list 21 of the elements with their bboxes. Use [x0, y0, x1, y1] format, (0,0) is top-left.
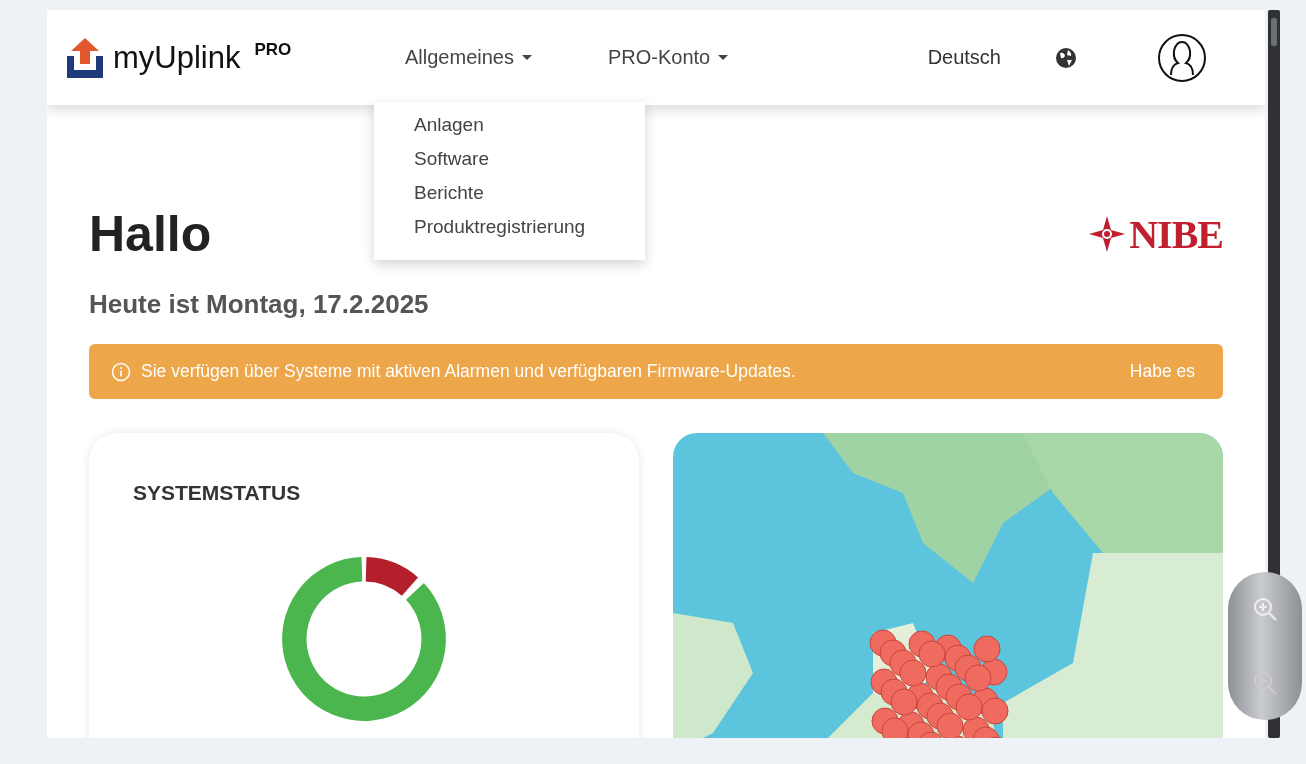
- brand-name: myUplink: [113, 39, 241, 76]
- scrollbar-thumb[interactable]: [1271, 18, 1277, 46]
- user-avatar-icon[interactable]: [1157, 32, 1207, 83]
- card-title: SYSTEMSTATUS: [133, 481, 302, 505]
- language-link[interactable]: Deutsch: [921, 45, 1007, 70]
- upload-logo-icon: [67, 37, 103, 78]
- info-icon: [111, 361, 131, 382]
- alert-message: Sie verfügen über Systeme mit aktiven Alarmen und verfügbaren Firmware-Updates.: [141, 361, 797, 382]
- menu-item[interactable]: Produktregistrierung: [374, 212, 645, 246]
- nav-menu[interactable]: PRO-Konto: [599, 40, 737, 75]
- partner-logo-text: NIBE: [1129, 210, 1223, 258]
- greeting-heading: Hallo: [89, 205, 212, 263]
- zoom-in-button[interactable]: [1251, 595, 1279, 623]
- menu-item[interactable]: Berichte: [374, 178, 645, 212]
- date-text: Heute ist Montag, 17.2.2025: [89, 289, 430, 320]
- pro-label: PRO: [254, 39, 292, 60]
- menu-item[interactable]: Anlagen: [374, 110, 645, 144]
- star-logo-icon: [1089, 216, 1126, 252]
- globe-icon[interactable]: [1055, 46, 1077, 69]
- nav-menu[interactable]: Allgemeines: [397, 40, 540, 75]
- menu-item[interactable]: Software: [374, 144, 645, 178]
